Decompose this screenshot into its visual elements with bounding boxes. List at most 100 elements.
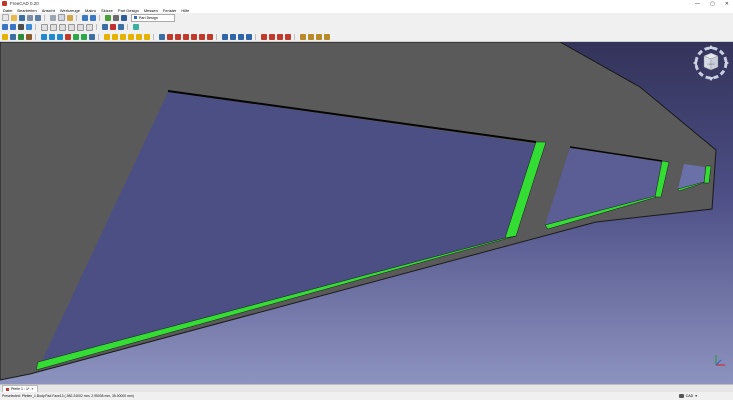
paste-icon[interactable] (67, 14, 73, 21)
menu-bearbeiten[interactable]: Bearbeiten (17, 8, 36, 13)
datum-plane-icon[interactable] (57, 33, 63, 40)
workbench-icon[interactable] (121, 14, 127, 21)
top-view-icon[interactable] (50, 23, 57, 31)
chevron-down-icon: ▾ (695, 394, 697, 398)
link-icon[interactable] (133, 24, 139, 30)
open-file-icon[interactable] (11, 14, 17, 21)
print-icon[interactable] (35, 14, 41, 21)
redo-icon[interactable] (90, 14, 96, 21)
part-model[interactable] (0, 42, 733, 384)
groove-icon[interactable] (175, 33, 181, 40)
save-as-icon[interactable] (27, 14, 33, 21)
additive-loft-icon[interactable] (120, 33, 126, 40)
subtractive-primitive-icon[interactable] (207, 33, 213, 40)
title-bar: FreeCAD 0.20 — ▢ ✕ (0, 0, 733, 7)
chamfer-icon[interactable] (269, 33, 275, 40)
bottom-view-icon[interactable] (77, 23, 84, 31)
draw-style-icon[interactable] (18, 24, 24, 30)
check-geometry-icon[interactable] (26, 33, 32, 40)
copy-icon[interactable] (58, 14, 65, 21)
workbench-select[interactable]: Part Design (131, 13, 175, 22)
local-coordinate-system-icon[interactable] (65, 33, 71, 40)
navigation-cube[interactable]: FRONT (692, 44, 730, 82)
additive-primitive-icon[interactable] (144, 33, 150, 40)
freecad-logo-icon (2, 1, 7, 6)
mirrored-icon[interactable] (222, 33, 228, 40)
additive-pipe-icon[interactable] (128, 33, 134, 40)
maximize-button[interactable]: ▢ (710, 1, 715, 7)
minimize-button[interactable]: — (695, 1, 700, 7)
measure-distance-icon[interactable] (102, 24, 108, 30)
isometric-view-icon[interactable] (26, 24, 32, 30)
multi-transform-icon[interactable] (246, 33, 252, 40)
toolbar-separator (294, 33, 295, 40)
menu-hilfe[interactable]: Hilfe (181, 8, 189, 13)
boolean-icon[interactable] (300, 33, 306, 40)
subtractive-loft-icon[interactable] (183, 33, 189, 40)
status-message: Preselected: Pfeilen_1.Body.Pad.Face13 (… (2, 394, 134, 398)
involute-gear-icon[interactable] (324, 33, 330, 40)
status-bar: Preselected: Pfeilen_1.Body.Pad.Face13 (… (0, 392, 733, 400)
workbench-select-value: Part Design (139, 15, 158, 20)
sub-shape-binder-icon[interactable] (81, 33, 87, 40)
axis-cross-icon (715, 355, 725, 366)
toolbar-separator (99, 14, 100, 21)
3d-viewport[interactable]: FRONT (0, 42, 733, 384)
menu-messen[interactable]: Messen (144, 8, 158, 13)
subtractive-pipe-icon[interactable] (191, 33, 197, 40)
save-icon[interactable] (19, 14, 25, 21)
toolbar-separator (35, 33, 36, 40)
left-view-icon[interactable] (86, 23, 93, 31)
sprocket-icon[interactable] (316, 33, 322, 40)
subtractive-helix-icon[interactable] (199, 33, 205, 40)
menu-part-design[interactable]: Part Design (118, 8, 139, 13)
datum-line-icon[interactable] (49, 33, 55, 40)
revolution-icon[interactable] (112, 33, 118, 40)
pad-icon[interactable] (104, 33, 110, 40)
clone-icon[interactable] (89, 33, 95, 40)
cut-icon[interactable] (50, 14, 56, 21)
create-sketch-icon[interactable] (10, 33, 16, 40)
menu-makro[interactable]: Makro (85, 8, 96, 13)
hole-icon[interactable] (167, 33, 173, 40)
new-file-icon[interactable] (2, 14, 9, 21)
datum-point-icon[interactable] (41, 33, 47, 40)
polar-pattern-icon[interactable] (238, 33, 244, 40)
thickness-icon[interactable] (285, 33, 291, 40)
navigation-style-selector[interactable]: CAD ▾ (678, 393, 697, 399)
pocket-icon[interactable] (159, 33, 165, 40)
fit-all-icon[interactable] (2, 24, 8, 30)
draft-icon[interactable] (277, 33, 283, 40)
refresh-icon[interactable] (105, 14, 111, 21)
toolbar-separator (98, 33, 99, 40)
menu-ansicht[interactable]: Ansicht (42, 8, 55, 13)
shape-binder-icon[interactable] (73, 33, 79, 40)
fillet-icon[interactable] (261, 33, 267, 40)
window-title: FreeCAD 0.20 (10, 1, 39, 6)
menu-datei[interactable]: Datei (3, 8, 12, 13)
file-toolbar: Part Design (0, 13, 733, 22)
menu-werkzeuge[interactable]: Werkzeuge (60, 8, 80, 13)
menu-fenster[interactable]: Fenster (163, 8, 177, 13)
measure-tool-icon[interactable] (308, 33, 314, 40)
toolbar-separator (127, 24, 128, 30)
additive-helix-icon[interactable] (136, 33, 142, 40)
toolbar-separator (96, 24, 97, 30)
fit-selection-icon[interactable] (10, 24, 16, 30)
undo-icon[interactable] (82, 14, 88, 21)
right-view-icon[interactable] (59, 23, 66, 31)
close-button[interactable]: ✕ (725, 1, 729, 7)
toolbar-separator (216, 33, 217, 40)
create-body-icon[interactable] (2, 33, 8, 40)
pointer-icon[interactable] (113, 14, 119, 21)
front-view-icon[interactable] (41, 23, 48, 31)
document-icon (6, 387, 9, 391)
tab-close-icon[interactable]: × (31, 387, 33, 391)
rear-view-icon[interactable] (68, 23, 75, 31)
linear-pattern-icon[interactable] (230, 33, 236, 40)
menu-skizze[interactable]: Skizze (101, 8, 113, 13)
toggle-measure-icon[interactable] (118, 24, 124, 30)
validate-sketch-icon[interactable] (18, 33, 24, 40)
clear-measure-icon[interactable] (110, 24, 116, 30)
part-design-icon (134, 16, 137, 19)
